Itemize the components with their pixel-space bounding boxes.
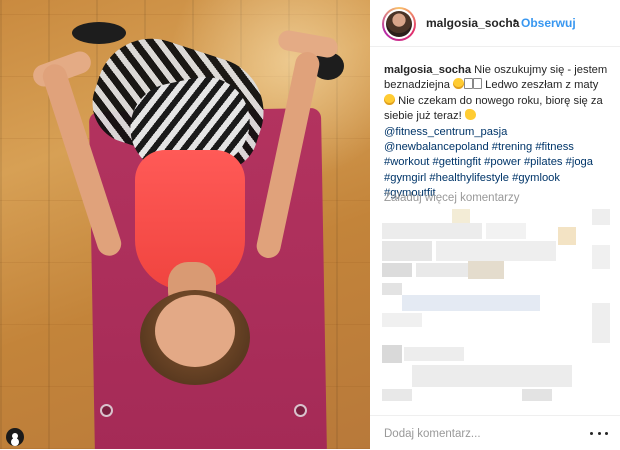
mention-link[interactable]: @newbalancepoland bbox=[384, 141, 489, 153]
username-link[interactable]: malgosia_socha bbox=[426, 16, 519, 30]
post-header: malgosia_socha • Obserwuj bbox=[370, 0, 620, 47]
slider-disc bbox=[72, 22, 126, 44]
hashtag-link[interactable]: #trening bbox=[492, 141, 532, 153]
post-caption: malgosia_socha Nie oszukujmy się - jeste… bbox=[384, 63, 610, 202]
missing-glyph-icon bbox=[464, 78, 474, 90]
user-tag-icon[interactable] bbox=[6, 428, 24, 446]
missing-glyph-icon bbox=[473, 78, 483, 90]
more-options-icon[interactable] bbox=[590, 426, 608, 440]
follow-button[interactable]: Obserwuj bbox=[521, 16, 576, 30]
mat-eyelet bbox=[100, 404, 113, 417]
post-photo[interactable] bbox=[0, 0, 370, 449]
hashtag-link[interactable]: #pilates bbox=[524, 156, 563, 168]
obscured-comments bbox=[382, 205, 612, 405]
hashtag-link[interactable]: #workout bbox=[384, 156, 429, 168]
separator-dot: • bbox=[513, 14, 518, 28]
face bbox=[155, 295, 235, 367]
hashtag-link[interactable]: #fitness bbox=[535, 141, 574, 153]
hashtag-link[interactable]: #joga bbox=[566, 156, 593, 168]
caption-text: Nie czekam do nowego roku, biorę się za … bbox=[384, 94, 603, 123]
avatar[interactable] bbox=[382, 7, 416, 41]
hashtag-link[interactable]: #gettingfit bbox=[433, 156, 482, 168]
hashtag-link[interactable]: #power bbox=[484, 156, 521, 168]
caption-username[interactable]: malgosia_socha bbox=[384, 64, 471, 76]
load-more-comments-link[interactable]: Załaduj więcej komentarzy bbox=[384, 192, 520, 204]
grinning-emoji-icon bbox=[384, 93, 395, 105]
laughing-emoji-icon bbox=[453, 78, 465, 90]
add-comment-input[interactable] bbox=[384, 425, 574, 443]
hashtag-link[interactable]: #gymgirl bbox=[384, 172, 426, 184]
mat-eyelet bbox=[294, 404, 307, 417]
hashtag-link[interactable]: #gymlook bbox=[512, 172, 560, 184]
flexed-biceps-emoji-icon bbox=[464, 109, 476, 121]
post-sidebar: malgosia_socha • Obserwuj malgosia_socha… bbox=[370, 0, 620, 449]
mention-link[interactable]: @fitness_centrum_pasja bbox=[384, 126, 507, 138]
add-comment-bar bbox=[370, 415, 620, 450]
caption-text: Ledwo zeszłam z maty bbox=[485, 79, 599, 92]
hashtag-link[interactable]: #healthylifestyle bbox=[429, 172, 509, 184]
